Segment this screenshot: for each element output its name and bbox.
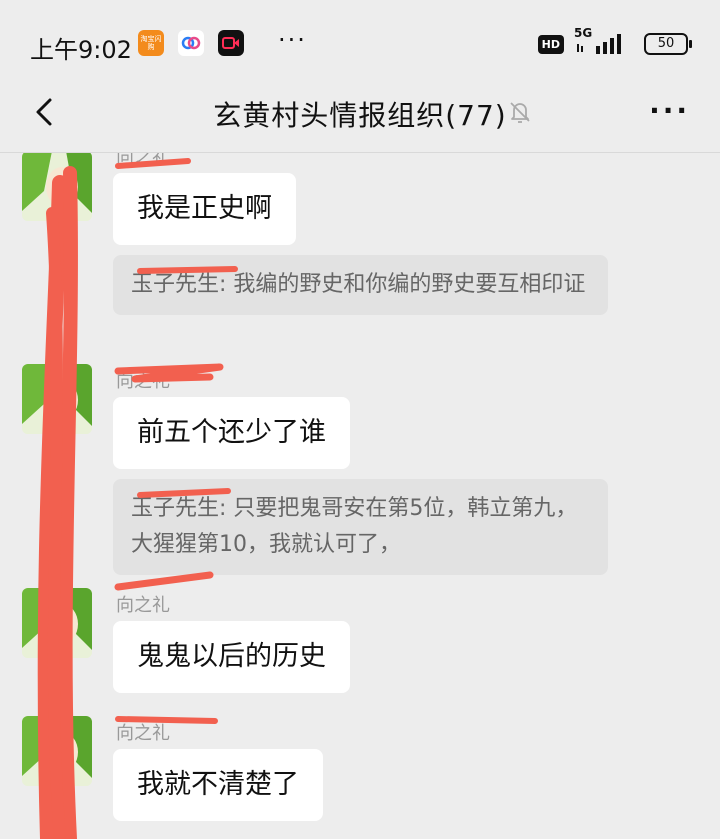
sender-name: 向之礼 bbox=[116, 595, 170, 616]
status-time: 上午9:02 bbox=[30, 36, 132, 64]
mute-bell-icon bbox=[506, 98, 534, 126]
status-bar: 上午9:02 淘宝闪购 ··· HD 5G 50 bbox=[0, 0, 720, 90]
chat-messages[interactable]: 向之礼 我是正史啊 玉子先生: 我编的野史和你编的野史要互相印证 向之礼 前五个… bbox=[0, 153, 720, 839]
more-options-icon[interactable]: ··· bbox=[649, 94, 690, 127]
video-app-icon bbox=[218, 30, 244, 56]
quoted-message[interactable]: 玉子先生: 我编的野史和你编的野史要互相印证 bbox=[113, 255, 608, 315]
chat-header: 玄黄村头情报组织(77) ··· bbox=[0, 80, 720, 150]
avatar[interactable] bbox=[22, 588, 92, 658]
more-notifications-icon: ··· bbox=[278, 26, 307, 54]
battery-icon: 50 bbox=[644, 33, 692, 55]
chat-title: 玄黄村头情报组织(77) bbox=[213, 99, 507, 132]
sender-name: 向之礼 bbox=[116, 723, 170, 744]
sender-name: 向之礼 bbox=[116, 371, 170, 392]
message-bubble[interactable]: 鬼鬼以后的历史 bbox=[113, 621, 350, 693]
sender-name: 向之礼 bbox=[116, 153, 170, 168]
taobao-app-icon: 淘宝闪购 bbox=[138, 30, 164, 56]
notification-icons: 淘宝闪购 bbox=[138, 30, 244, 56]
message-bubble[interactable]: 我是正史啊 bbox=[113, 173, 296, 245]
cloud-app-icon bbox=[178, 30, 204, 56]
message-bubble[interactable]: 前五个还少了谁 bbox=[113, 397, 350, 469]
hd-badge: HD bbox=[537, 34, 564, 54]
signal-icon: 5G bbox=[574, 26, 634, 56]
system-status: HD 5G 50 bbox=[537, 26, 692, 56]
avatar[interactable] bbox=[22, 153, 92, 221]
avatar[interactable] bbox=[22, 716, 92, 786]
avatar[interactable] bbox=[22, 364, 92, 434]
message-bubble[interactable]: 我就不清楚了 bbox=[113, 749, 323, 821]
quoted-message[interactable]: 玉子先生: 只要把鬼哥安在第5位，韩立第九，大猩猩第10，我就认可了， bbox=[113, 479, 608, 575]
